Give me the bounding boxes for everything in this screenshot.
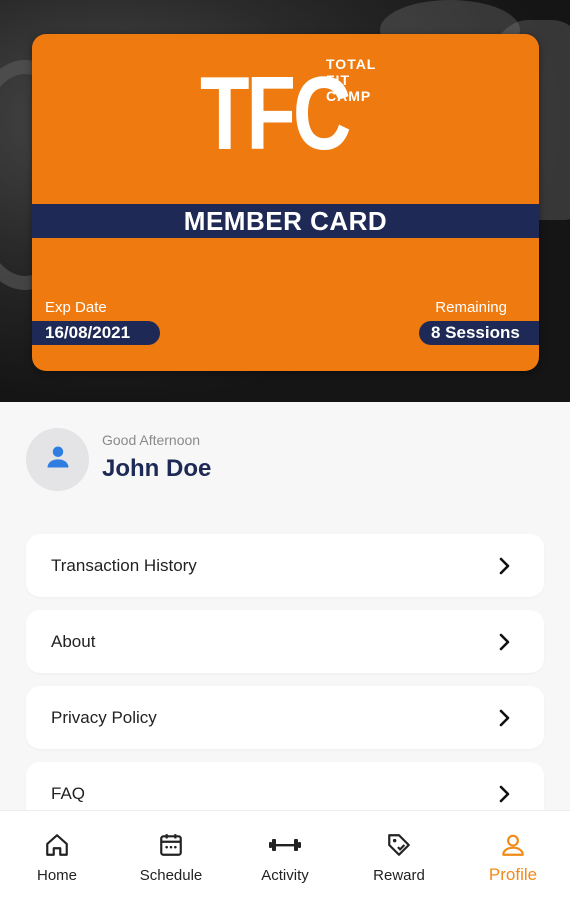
bottom-nav: Home Schedule Activity Reward Profile <box>0 810 570 900</box>
exp-date-value: 16/08/2021 <box>32 321 160 345</box>
menu-item-label: About <box>51 631 96 651</box>
dumbbell-icon <box>269 831 301 859</box>
chevron-right-icon <box>498 709 512 727</box>
nav-label: Home <box>36 867 77 884</box>
tfc-logo: TFC TOTAL FIT CAMP <box>200 54 380 184</box>
member-card-title: MEMBER CARD <box>183 205 388 236</box>
profile-header: Good Afternoon John Doe <box>26 428 546 492</box>
user-name: John Doe <box>102 455 212 482</box>
greeting-text: Good Afternoon <box>102 432 201 448</box>
logo-word: TOTAL <box>326 56 377 72</box>
nav-item-profile[interactable]: Profile <box>456 811 570 900</box>
nav-item-activity[interactable]: Activity <box>228 811 342 900</box>
logo-word: FIT <box>326 72 350 88</box>
remaining-label: Remaining <box>435 299 507 316</box>
logo-words: TOTAL FIT CAMP <box>326 56 386 104</box>
chevron-right-icon <box>498 633 512 651</box>
remaining-value: 8 Sessions <box>419 321 539 345</box>
menu-item-label: FAQ <box>51 783 86 803</box>
home-icon <box>44 831 70 859</box>
member-card: TFC TOTAL FIT CAMP MEMBER CARD Exp Date … <box>32 34 539 371</box>
nav-label: Activity <box>261 867 309 884</box>
user-icon <box>500 831 526 859</box>
nav-label: Profile <box>488 865 538 884</box>
nav-label: Reward <box>373 867 425 884</box>
menu-item-transaction-history[interactable]: Transaction History <box>26 534 544 597</box>
avatar[interactable] <box>26 428 89 491</box>
calendar-icon <box>158 831 184 859</box>
chevron-right-icon <box>498 557 512 575</box>
nav-item-home[interactable]: Home <box>0 811 114 900</box>
chevron-right-icon <box>498 785 512 803</box>
nav-item-schedule[interactable]: Schedule <box>114 811 228 900</box>
member-card-band: MEMBER CARD <box>32 204 539 238</box>
nav-item-reward[interactable]: Reward <box>342 811 456 900</box>
logo-word: CAMP <box>326 88 372 104</box>
tag-icon <box>386 831 412 859</box>
hero-background: TFC TOTAL FIT CAMP MEMBER CARD Exp Date … <box>0 0 570 402</box>
menu-item-privacy-policy[interactable]: Privacy Policy <box>26 686 544 749</box>
menu-item-about[interactable]: About <box>26 610 544 673</box>
menu-item-label: Privacy Policy <box>51 707 157 727</box>
user-icon <box>44 443 72 476</box>
exp-date-label: Exp Date <box>45 299 107 316</box>
menu-item-label: Transaction History <box>51 555 197 575</box>
nav-label: Schedule <box>139 867 203 884</box>
